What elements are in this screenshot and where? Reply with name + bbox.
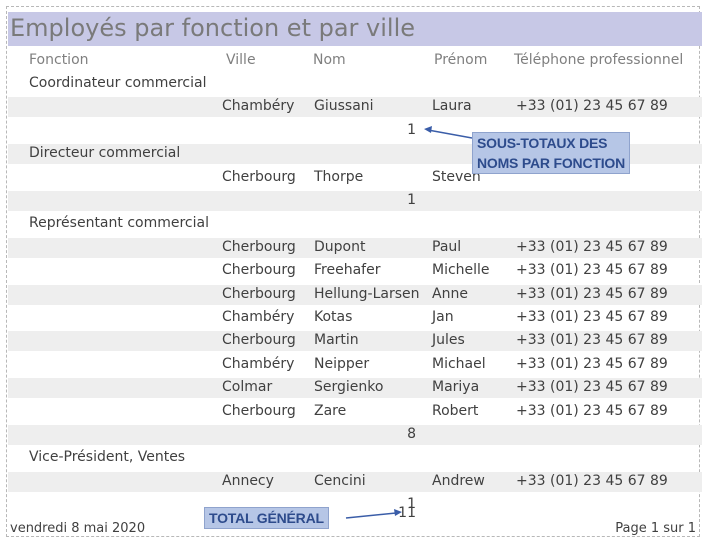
- callout-arrows: [345, 126, 473, 519]
- footer-page: Page 1 sur 1: [615, 521, 696, 536]
- grand-total-value: 11: [398, 505, 416, 521]
- grand-total-callout: TOTAL GÉNÉRAL: [204, 507, 329, 529]
- subtotals-callout-line1: SOUS-TOTAUX DES: [477, 135, 608, 151]
- footer-date: vendredi 8 mai 2020: [10, 521, 146, 536]
- grand-total-arrow: [345, 512, 397, 519]
- subtotals-arrow: [427, 129, 473, 139]
- subtotals-callout-line2: NOMS PAR FONCTION: [477, 155, 626, 171]
- subtotals-arrowhead: [424, 126, 432, 133]
- subtotals-callout: SOUS-TOTAUX DES NOMS PAR FONCTION: [472, 132, 631, 174]
